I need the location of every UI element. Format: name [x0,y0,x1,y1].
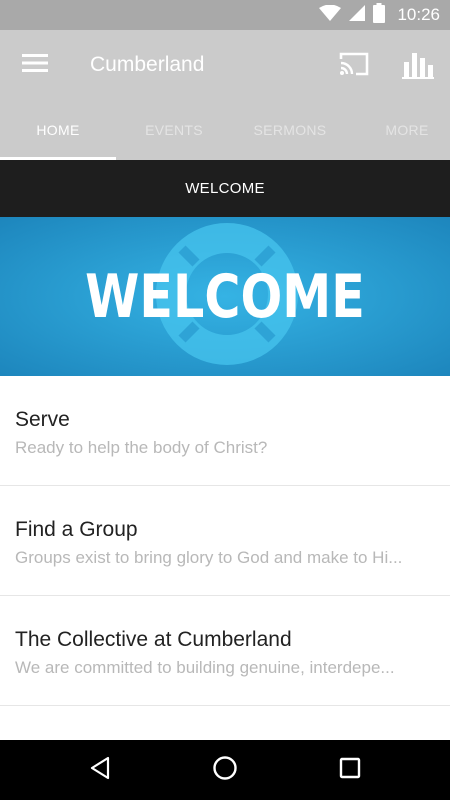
list-item-title: Find a Group [15,518,138,541]
app-title: Cumberland [90,53,205,76]
back-button[interactable] [82,753,118,787]
section-header: WELCOME [0,160,450,217]
menu-button[interactable] [18,52,52,78]
content-list: Serve Ready to help the body of Christ? … [0,376,450,706]
tab-more[interactable]: MORE [348,100,450,160]
list-item-subtitle: We are committed to building genuine, in… [15,658,395,677]
list-item-subtitle: Groups exist to bring glory to God and m… [15,548,403,567]
stats-button[interactable] [402,50,436,80]
cast-button[interactable] [338,51,372,79]
app-bar: Cumberland [0,30,450,100]
status-icons: 10:26 [319,0,440,30]
system-nav-bar [0,740,450,800]
wifi-icon [319,4,342,26]
tab-bar: HOME EVENTS SERMONS MORE [0,100,450,160]
bar-chart-icon [402,53,434,84]
home-button[interactable] [207,753,243,787]
banner-text: WELCOME [85,261,365,332]
back-icon [88,756,112,785]
recents-button[interactable] [332,753,368,787]
cast-icon [338,52,370,81]
status-time: 10:26 [397,5,440,24]
welcome-banner[interactable]: WELCOME [0,217,450,376]
list-item-the-collective[interactable]: The Collective at Cumberland We are comm… [0,596,450,706]
list-item-subtitle: Ready to help the body of Christ? [15,438,268,457]
tab-events[interactable]: EVENTS [116,100,232,160]
tab-home[interactable]: HOME [0,100,116,160]
list-item-title: Serve [15,408,70,431]
cell-signal-icon [349,4,366,26]
recents-icon [339,757,361,784]
tab-sermons[interactable]: SERMONS [232,100,348,160]
list-item-serve[interactable]: Serve Ready to help the body of Christ? [0,376,450,486]
home-icon [212,755,238,786]
list-item-find-a-group[interactable]: Find a Group Groups exist to bring glory… [0,486,450,596]
list-item-title: The Collective at Cumberland [15,628,292,651]
battery-icon [373,2,386,28]
menu-icon [22,53,48,78]
status-bar: 10:26 [0,0,450,30]
